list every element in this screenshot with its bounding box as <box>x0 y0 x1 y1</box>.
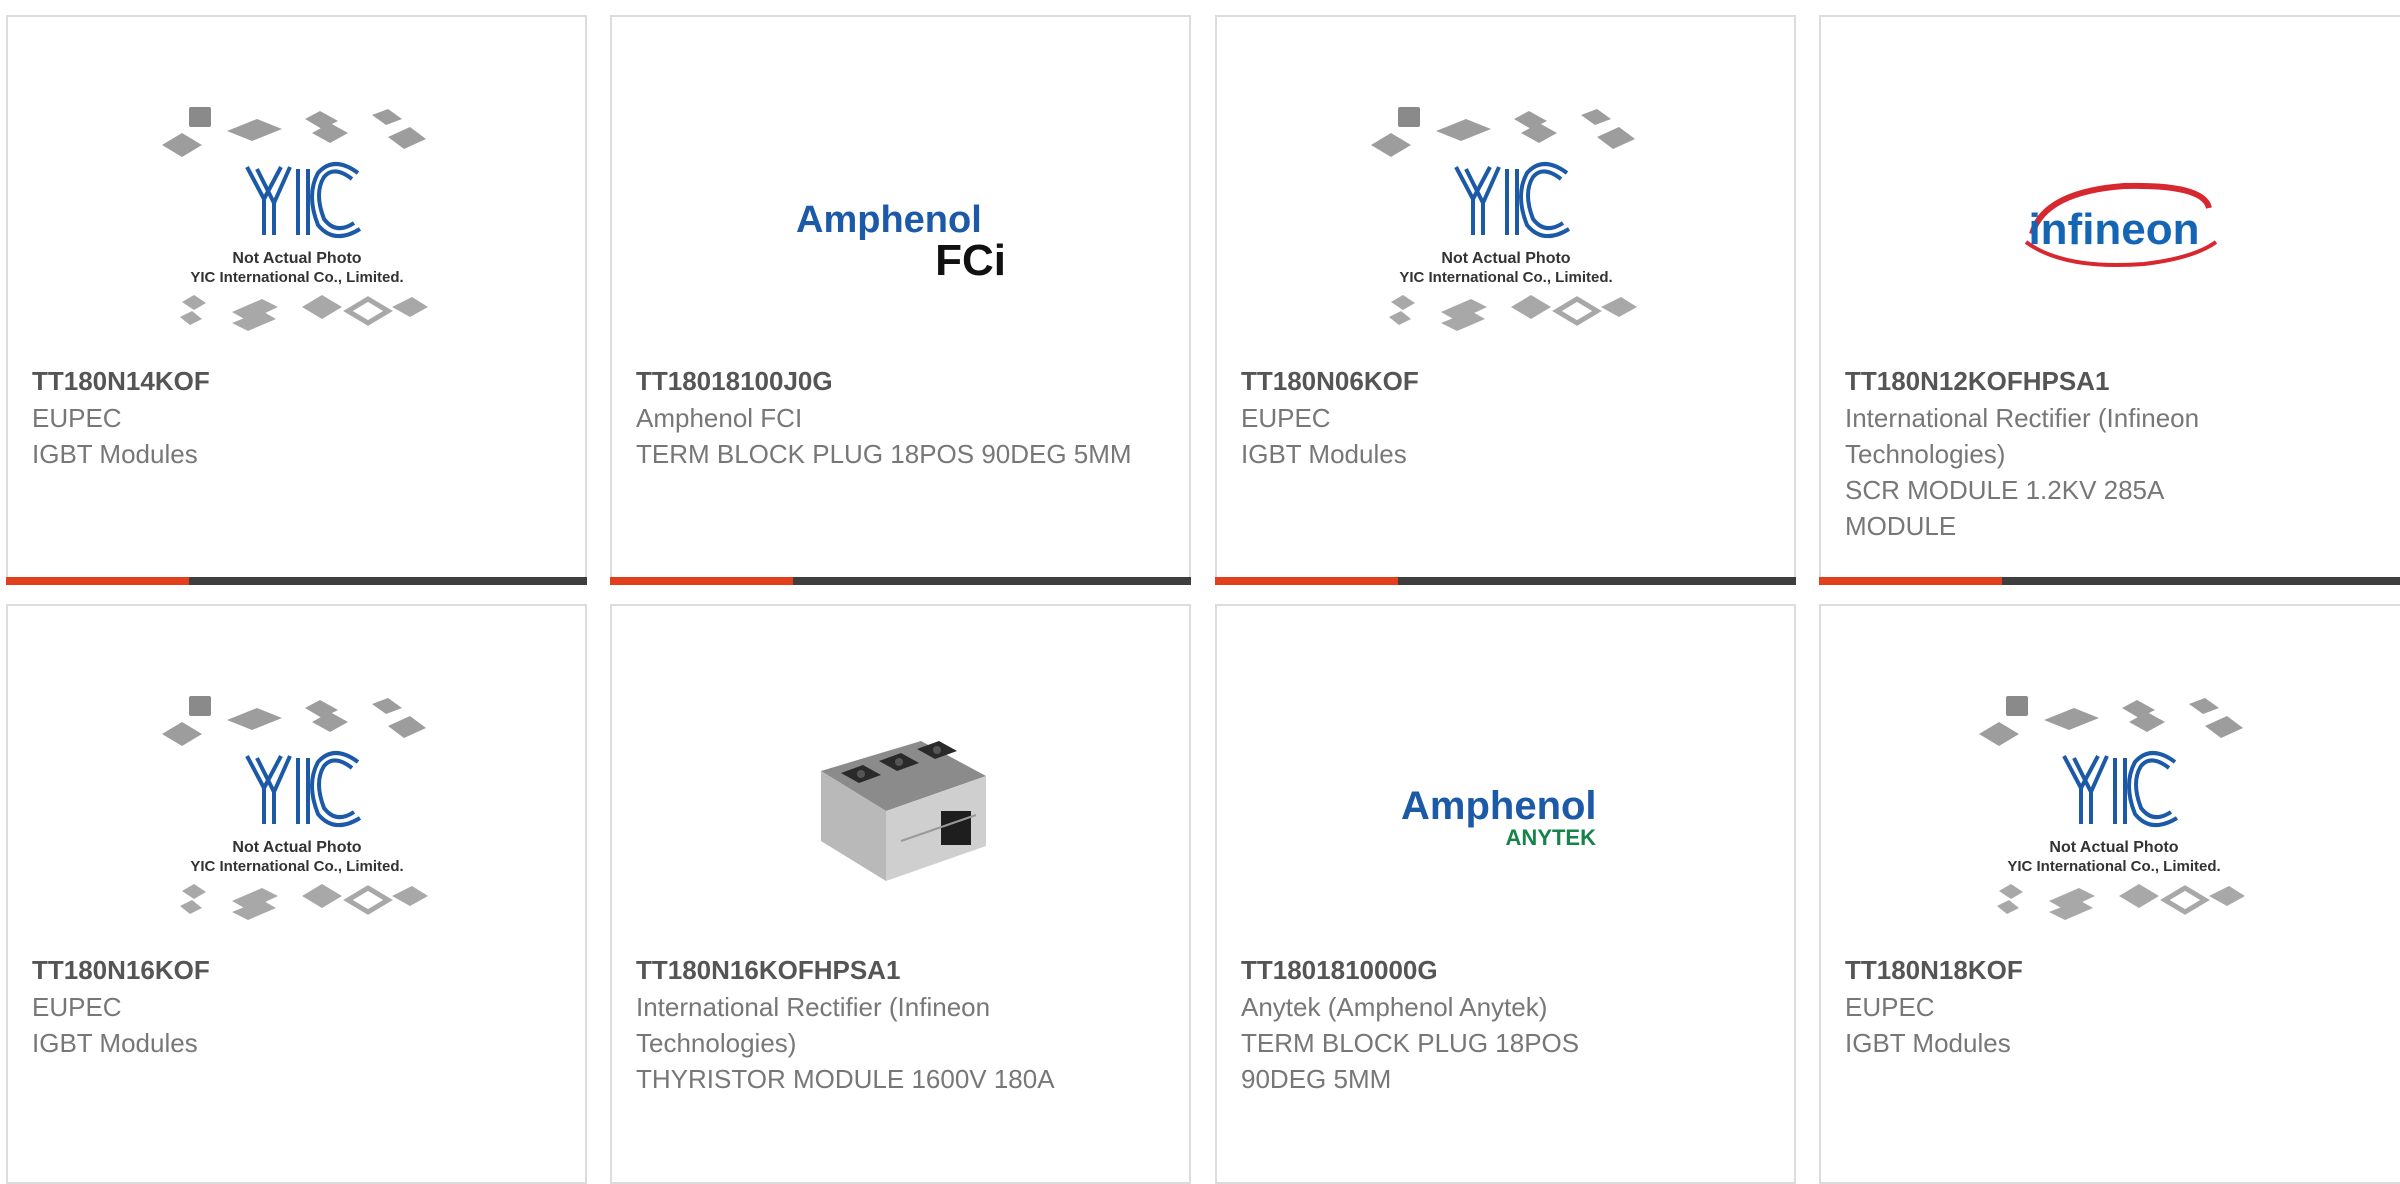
fci-wordmark: FCi <box>935 236 1006 285</box>
description: TERM BLOCK PLUG 18POS 90DEG 5MM <box>636 439 1132 469</box>
manufacturer: Amphenol FCI <box>636 403 803 433</box>
yic-placeholder-image: Not Actual Photo YIC International Co., … <box>1370 107 1637 331</box>
product-card[interactable]: Amphenol FCi TT18018100J0G Amphenol FCI … <box>610 15 1191 585</box>
placeholder-line1: Not Actual Photo <box>232 250 361 267</box>
product-image[interactable]: Not Actual Photo YIC International Co., … <box>8 92 585 362</box>
manufacturer: International Rectifier (Infineon Techno… <box>636 992 991 1058</box>
manufacturer: EUPEC <box>32 403 122 433</box>
card-accent-bar <box>1819 577 2400 585</box>
product-card[interactable]: Not Actual Photo YIC International Co., … <box>1215 15 1796 585</box>
yic-placeholder-image: Not Actual Photo YIC International Co., … <box>161 107 428 331</box>
manufacturer: International Rectifier (Infineon Techno… <box>1845 403 2200 469</box>
description: TERM BLOCK PLUG 18POS 90DEG 5MM <box>1241 1028 1580 1094</box>
part-number[interactable]: TT180N14KOF <box>32 363 561 399</box>
placeholder-line1: Not Actual Photo <box>2049 839 2178 856</box>
infineon-logo: infineon <box>2024 182 2218 268</box>
product-card[interactable]: Amphenol ANYTEK TT1801810000G Anytek (Am… <box>1215 604 1796 1184</box>
product-info: TT180N14KOF EUPEC IGBT Modules <box>32 363 561 472</box>
product-info: TT180N06KOF EUPEC IGBT Modules <box>1241 363 1770 472</box>
description: IGBT Modules <box>1845 1028 2011 1058</box>
product-info: TT180N18KOF EUPEC IGBT Modules <box>1845 952 2383 1061</box>
product-image[interactable]: Amphenol FCi <box>612 92 1189 362</box>
part-number[interactable]: TT180N18KOF <box>1845 952 2383 988</box>
product-info: TT18018100J0G Amphenol FCI TERM BLOCK PL… <box>636 363 1165 472</box>
card-accent-bar <box>6 577 587 585</box>
product-info: TT1801810000G Anytek (Amphenol Anytek) T… <box>1241 952 1770 1097</box>
thyristor-module-photo <box>820 741 986 881</box>
part-number[interactable]: TT18018100J0G <box>636 363 1165 399</box>
placeholder-line1: Not Actual Photo <box>232 839 361 856</box>
description: IGBT Modules <box>32 1028 198 1058</box>
placeholder-line2: YIC International Co., Limited. <box>1399 269 1612 286</box>
part-number[interactable]: TT180N12KOFHPSA1 <box>1845 363 2383 399</box>
product-image[interactable]: Not Actual Photo YIC International Co., … <box>1217 92 1794 362</box>
description: THYRISTOR MODULE 1600V 180A <box>636 1064 1055 1094</box>
amphenol-wordmark: Amphenol <box>1401 784 1597 828</box>
description: IGBT Modules <box>1241 439 1407 469</box>
placeholder-line2: YIC International Co., Limited. <box>2007 858 2220 875</box>
infineon-wordmark: infineon <box>2028 205 2199 254</box>
manufacturer: EUPEC <box>1845 992 1935 1022</box>
description: SCR MODULE 1.2KV 285A MODULE <box>1845 475 2163 541</box>
part-number[interactable]: TT180N16KOF <box>32 952 561 988</box>
placeholder-line1: Not Actual Photo <box>1441 250 1570 267</box>
placeholder-line2: YIC International Co., Limited. <box>190 269 403 286</box>
product-card[interactable]: Not Actual Photo YIC International Co., … <box>6 604 587 1184</box>
product-image[interactable]: Not Actual Photo YIC International Co., … <box>1821 681 2400 951</box>
manufacturer: Anytek (Amphenol Anytek) <box>1241 992 1548 1022</box>
product-image[interactable]: Amphenol ANYTEK <box>1217 681 1794 951</box>
card-accent-bar <box>1215 577 1796 585</box>
card-accent-bar <box>610 577 1191 585</box>
amphenol-anytek-logo: Amphenol ANYTEK <box>1401 784 1597 850</box>
yic-placeholder-image: Not Actual Photo YIC International Co., … <box>161 696 428 920</box>
amphenol-wordmark: Amphenol <box>796 199 982 241</box>
anytek-wordmark: ANYTEK <box>1505 825 1596 850</box>
part-number[interactable]: TT1801810000G <box>1241 952 1770 988</box>
product-info: TT180N16KOF EUPEC IGBT Modules <box>32 952 561 1061</box>
product-info: TT180N16KOFHPSA1 International Rectifier… <box>636 952 1165 1097</box>
product-image[interactable] <box>612 681 1189 951</box>
manufacturer: EUPEC <box>32 992 122 1022</box>
manufacturer: EUPEC <box>1241 403 1331 433</box>
placeholder-line2: YIC International Co., Limited. <box>190 858 403 875</box>
part-number[interactable]: TT180N16KOFHPSA1 <box>636 952 1165 988</box>
product-image[interactable]: Not Actual Photo YIC International Co., … <box>8 681 585 951</box>
product-image[interactable]: infineon <box>1821 92 2400 362</box>
yic-placeholder-image: Not Actual Photo YIC International Co., … <box>1979 696 2245 920</box>
part-number[interactable]: TT180N06KOF <box>1241 363 1770 399</box>
amphenol-fci-logo: Amphenol FCi <box>796 199 1006 285</box>
product-card[interactable]: TT180N16KOFHPSA1 International Rectifier… <box>610 604 1191 1184</box>
product-card[interactable]: infineon TT180N12KOFHPSA1 International … <box>1819 15 2400 585</box>
product-card[interactable]: Not Actual Photo YIC International Co., … <box>6 15 587 585</box>
product-card[interactable]: Not Actual Photo YIC International Co., … <box>1819 604 2400 1184</box>
product-info: TT180N12KOFHPSA1 International Rectifier… <box>1845 363 2383 544</box>
description: IGBT Modules <box>32 439 198 469</box>
